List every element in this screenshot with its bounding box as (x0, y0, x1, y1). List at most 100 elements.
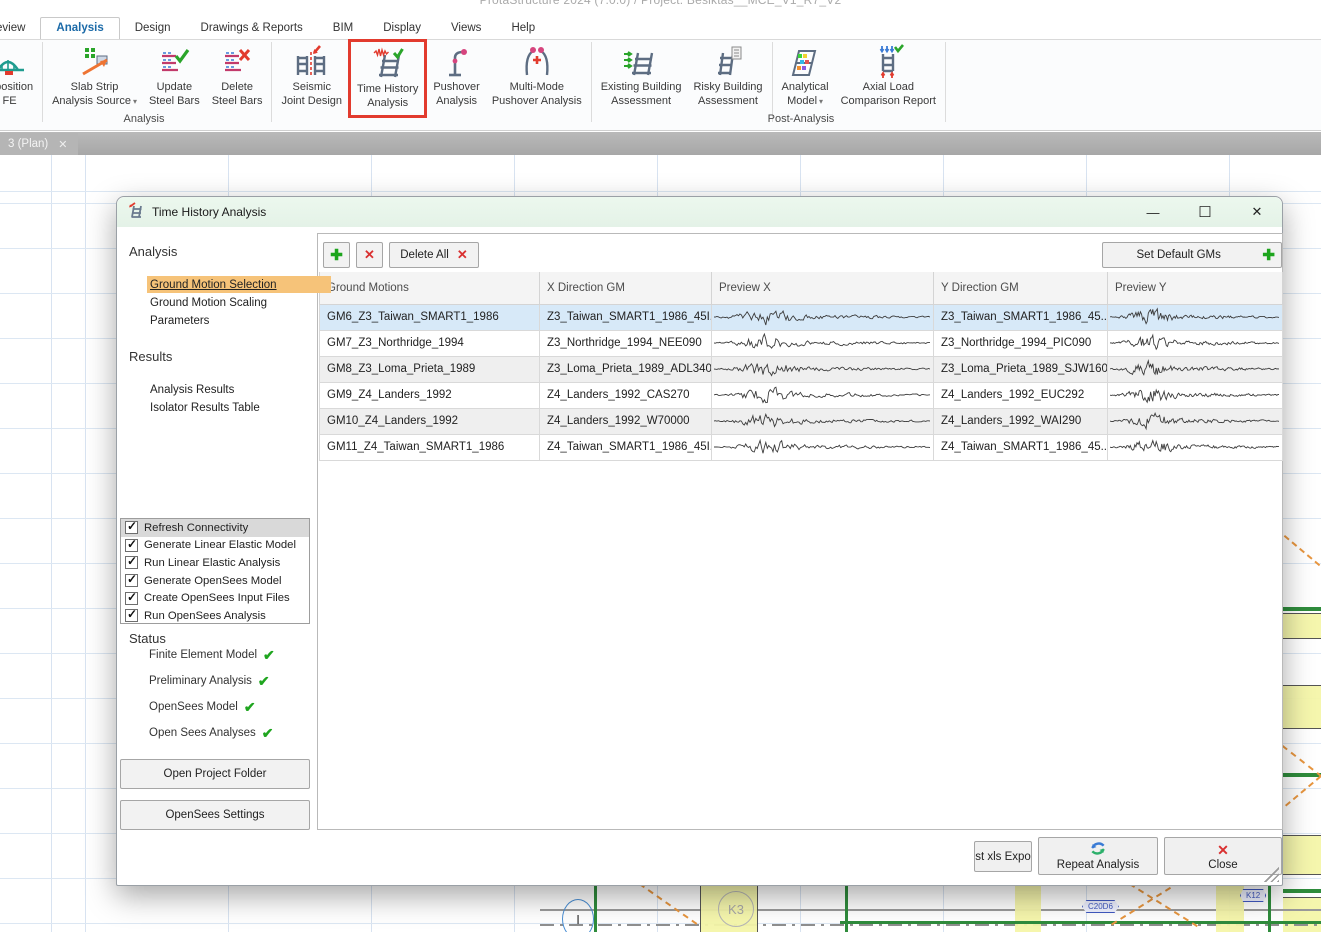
menu-tab-bim[interactable]: BIM (318, 18, 368, 39)
nav-item-ground-motion-selection[interactable]: Ground Motion Selection (147, 276, 331, 293)
close-icon[interactable]: ✕ (1242, 199, 1272, 225)
column-header-preview-x[interactable]: Preview X (712, 272, 934, 304)
set-default-gms-button[interactable]: Set Default GMs ✚ (1102, 242, 1282, 268)
x-direction-gm[interactable]: Z4_Taiwan_SMART1_1986_45I... (540, 434, 712, 460)
ribbon-button-existing-building-assessment[interactable]: Existing BuildingAssessment (595, 40, 688, 109)
nav-item-ground-motion-scaling[interactable]: Ground Motion Scaling (147, 294, 401, 311)
close-tab-icon[interactable]: ✕ (58, 138, 67, 151)
column-header-y-direction-gm[interactable]: Y Direction GM (934, 272, 1108, 304)
close-button[interactable]: ✕ Close (1164, 837, 1282, 875)
analytical-model-icon (786, 43, 824, 81)
open-project-folder-button[interactable]: Open Project Folder (120, 759, 310, 789)
x-direction-gm[interactable]: Z4_Landers_1992_W70000 (540, 408, 712, 434)
column-header-preview-y[interactable]: Preview Y (1108, 272, 1283, 304)
x-direction-gm[interactable]: Z4_Landers_1992_CAS270 (540, 382, 712, 408)
ribbon-button-risky-building-assessment[interactable]: Risky BuildingAssessment (687, 40, 768, 109)
x-direction-gm[interactable]: Z3_Northridge_1994_NEE090 (540, 330, 712, 356)
y-direction-gm[interactable]: Z4_Landers_1992_WAI290 (934, 408, 1108, 434)
document-tab-plan[interactable]: 3 (Plan) ✕ (0, 133, 78, 155)
repeat-analysis-button[interactable]: Repeat Analysis (1038, 837, 1158, 875)
y-direction-gm[interactable]: Z3_Taiwan_SMART1_1986_45... (934, 304, 1108, 330)
menu-tab-analysis[interactable]: Analysis (40, 17, 119, 39)
menu-tab-views[interactable]: Views (436, 18, 496, 39)
ribbon-button-axial-load-comparison-report[interactable]: Axial LoadComparison Report (835, 40, 942, 109)
plan-centerline (540, 924, 1321, 926)
checkbox-checked-icon[interactable] (125, 592, 138, 605)
plan-beam-green (845, 883, 848, 932)
preview-y-waveform (1108, 434, 1283, 460)
ribbon-button-label: Assessment (698, 95, 758, 109)
checkbox-checked-icon[interactable] (125, 609, 138, 622)
menu-tab-help[interactable]: Help (496, 18, 550, 39)
table-row-gm6_z3_taiwan_smart1_1986[interactable]: GM6_Z3_Taiwan_SMART1_1986Z3_Taiwan_SMART… (320, 304, 1283, 330)
y-direction-gm[interactable]: Z4_Taiwan_SMART1_1986_45... (934, 434, 1108, 460)
x-direction-gm[interactable]: Z3_Loma_Prieta_1989_ADL340 (540, 356, 712, 382)
ribbon-button-seismic-joint-design[interactable]: SeismicJoint Design (275, 40, 348, 109)
table-row-gm11_z4_taiwan_smart1_1986[interactable]: GM11_Z4_Taiwan_SMART1_1986Z4_Taiwan_SMAR… (320, 434, 1283, 460)
ribbon-button-delete-steel-bars[interactable]: DeleteSteel Bars (206, 40, 269, 109)
plan-fragment-right (1283, 365, 1321, 932)
checkbox-checked-icon[interactable] (125, 539, 138, 552)
ground-motion-name[interactable]: GM7_Z3_Northridge_1994 (320, 330, 540, 356)
ground-motion-name[interactable]: GM11_Z4_Taiwan_SMART1_1986 (320, 434, 540, 460)
x-direction-gm[interactable]: Z3_Taiwan_SMART1_1986_45I... (540, 304, 712, 330)
ribbon-button-multi-mode-pushover-analysis[interactable]: Multi-ModePushover Analysis (486, 40, 588, 109)
ribbon-button-label: Pushover (433, 81, 479, 95)
export-xls-button-partial[interactable]: st xls Expo (974, 841, 1032, 872)
checkbox-row-refresh-connectivity[interactable]: Refresh Connectivity (121, 519, 309, 537)
status-label: Open Sees Analyses (149, 727, 256, 739)
status-opensees-model: OpenSees Model✔ (149, 701, 256, 713)
ribbon-button-slab-strip-analysis-source[interactable]: Slab StripAnalysis Source▾ (46, 40, 143, 109)
table-row-gm9_z4_landers_1992[interactable]: GM9_Z4_Landers_1992Z4_Landers_1992_CAS27… (320, 382, 1283, 408)
ribbon-button-update-steel-bars[interactable]: UpdateSteel Bars (143, 40, 206, 109)
ribbon-button-time-history-analysis[interactable]: Time HistoryAnalysis (351, 42, 424, 111)
preview-x-waveform (712, 434, 934, 460)
ribbon-button-analytical-model[interactable]: AnalyticalModel▾ (776, 40, 835, 109)
ribbon-button-mposition-fe[interactable]: mpositionFE (0, 40, 39, 109)
plan-slab-yellow (1283, 835, 1321, 875)
close-label: Close (1208, 859, 1237, 871)
ribbon-button-pushover-analysis[interactable]: PushoverAnalysis (427, 40, 485, 109)
ribbon-button-label: Seismic (292, 81, 331, 95)
chevron-down-icon: ▾ (819, 97, 823, 106)
opensees-settings-button[interactable]: OpenSees Settings (120, 800, 310, 830)
export-xls-label: st xls Expo (975, 851, 1031, 863)
delete-all-button[interactable]: Delete All ✕ (389, 242, 479, 268)
table-row-gm10_z4_landers_1992[interactable]: GM10_Z4_Landers_1992Z4_Landers_1992_W700… (320, 408, 1283, 434)
add-ground-motion-button[interactable]: ✚ (323, 242, 350, 268)
ribbon-group-label-post-analysis: Post-Analysis (761, 113, 841, 125)
dialog-title-bar[interactable]: Time History Analysis — ☐ ✕ (117, 197, 1282, 227)
nav-item-isolator-results-table[interactable]: Isolator Results Table (147, 399, 401, 416)
checkbox-row-generate-linear-elastic-model[interactable]: Generate Linear Elastic Model (121, 537, 309, 555)
ribbon-button-label: mposition (0, 81, 33, 95)
checkbox-row-run-linear-elastic-analysis[interactable]: Run Linear Elastic Analysis (121, 554, 309, 572)
minimize-icon[interactable]: — (1138, 199, 1168, 225)
column-header-x-direction-gm[interactable]: X Direction GM (540, 272, 712, 304)
ground-motion-name[interactable]: GM8_Z3_Loma_Prieta_1989 (320, 356, 540, 382)
plan-slab-yellow (1283, 613, 1321, 639)
menu-tab-display[interactable]: Display (368, 18, 436, 39)
y-direction-gm[interactable]: Z4_Landers_1992_EUC292 (934, 382, 1108, 408)
checkbox-label: Create OpenSees Input Files (144, 592, 290, 604)
nav-item-analysis-results[interactable]: Analysis Results (147, 381, 401, 398)
checkbox-checked-icon[interactable] (125, 574, 138, 587)
menu-tab-design[interactable]: Design (120, 18, 186, 39)
table-row-gm8_z3_loma_prieta_1989[interactable]: GM8_Z3_Loma_Prieta_1989Z3_Loma_Prieta_19… (320, 356, 1283, 382)
checkbox-row-run-opensees-analysis[interactable]: Run OpenSees Analysis (121, 607, 309, 625)
y-direction-gm[interactable]: Z3_Northridge_1994_PIC090 (934, 330, 1108, 356)
checkbox-row-create-opensees-input-files[interactable]: Create OpenSees Input Files (121, 589, 309, 607)
menu-tab-drawings-reports[interactable]: Drawings & Reports (186, 18, 318, 39)
plus-icon: ✚ (330, 246, 343, 264)
y-direction-gm[interactable]: Z3_Loma_Prieta_1989_SJW160 (934, 356, 1108, 382)
maximize-icon[interactable]: ☐ (1190, 199, 1220, 225)
nav-item-parameters[interactable]: Parameters (147, 312, 401, 329)
ribbon: mpositionFESlab StripAnalysis Source▾Upd… (0, 39, 1321, 131)
table-row-gm7_z3_northridge_1994[interactable]: GM7_Z3_Northridge_1994Z3_Northridge_1994… (320, 330, 1283, 356)
run-options-group: Refresh ConnectivityGenerate Linear Elas… (120, 518, 310, 624)
menu-tab-eview[interactable]: eview (0, 18, 40, 39)
checkbox-row-generate-opensees-model[interactable]: Generate OpenSees Model (121, 572, 309, 590)
checkbox-checked-icon[interactable] (125, 521, 138, 534)
ribbon-button-label: Joint Design (281, 95, 342, 109)
delete-ground-motion-button[interactable]: ✕ (356, 242, 383, 268)
checkbox-checked-icon[interactable] (125, 556, 138, 569)
